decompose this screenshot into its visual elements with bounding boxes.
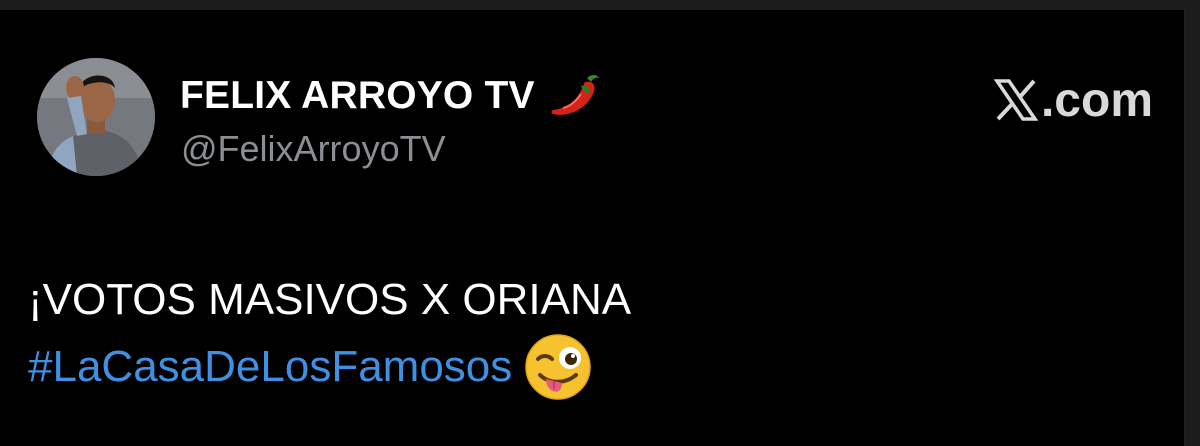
tweet-card: FELIX ARROYO TV @FelixArroyoTV .com ¡VOT… <box>0 10 1186 446</box>
hashtag-link[interactable]: #LaCasaDeLosFamosos <box>28 342 512 392</box>
tweet-text: ¡VOTOS MASIVOS X ORIANA <box>28 275 632 324</box>
winking-face-with-tongue-icon <box>525 334 592 400</box>
author-name-row: FELIX ARROYO TV <box>180 70 605 122</box>
brand-label: .com <box>1040 73 1153 127</box>
x-logo-icon <box>993 79 1038 121</box>
brand-watermark: .com <box>993 70 1153 130</box>
author-handle[interactable]: @FelixArroyoTV <box>181 128 446 170</box>
profile-photo-icon <box>37 58 155 176</box>
hashtag-row: #LaCasaDeLosFamosos <box>28 332 592 402</box>
chili-pepper-icon <box>551 75 599 115</box>
avatar[interactable] <box>37 58 155 176</box>
author-display-name[interactable]: FELIX ARROYO TV <box>180 74 535 118</box>
